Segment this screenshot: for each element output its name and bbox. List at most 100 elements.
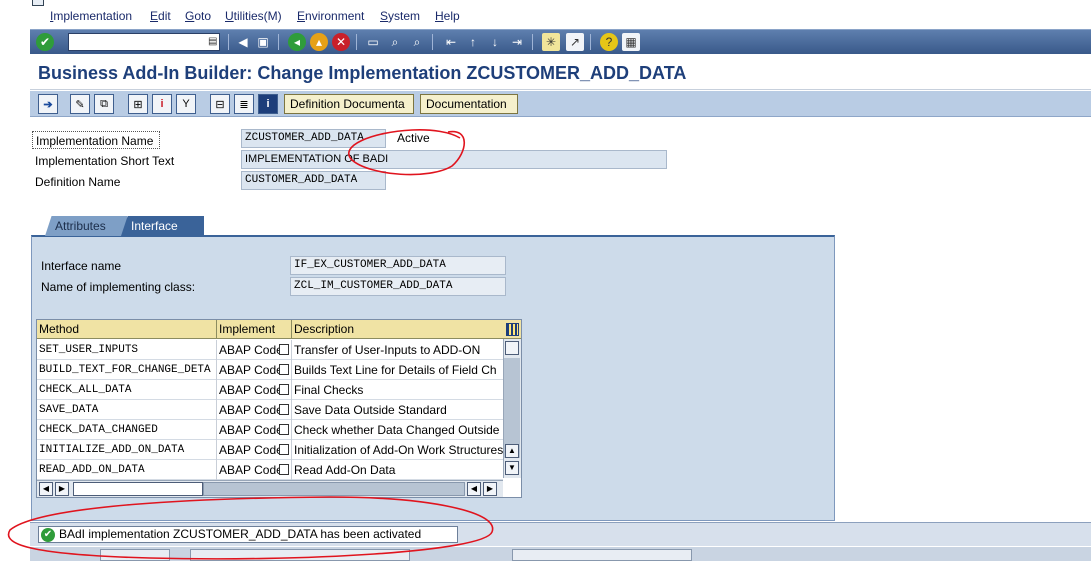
table-row[interactable]: BUILD_TEXT_FOR_CHANGE_DETA ABAP Code Bui… bbox=[37, 360, 503, 380]
shortcut-icon[interactable]: ↗ bbox=[566, 33, 584, 51]
cancel-icon[interactable]: ✕ bbox=[332, 33, 350, 51]
menu-utilities[interactable]: Utilities(M) bbox=[225, 9, 282, 23]
last-page-icon[interactable]: ⇥ bbox=[508, 33, 526, 51]
menu-goto[interactable]: Goto bbox=[185, 9, 211, 23]
methods-table: Method Implement Description SET_USER_IN… bbox=[36, 319, 522, 498]
implementation-name-field[interactable]: ZCUSTOMER_ADD_DATA bbox=[241, 129, 386, 148]
scroll-left-end-icon[interactable]: ◀ bbox=[467, 482, 481, 496]
vertical-scroll-thumb[interactable] bbox=[504, 358, 520, 458]
page-title: Business Add-In Builder: Change Implemen… bbox=[38, 63, 687, 83]
implement-cell: ABAP Code bbox=[217, 460, 292, 480]
success-check-icon: ✔ bbox=[41, 528, 55, 542]
window-menu-icon[interactable] bbox=[32, 0, 44, 6]
print-list-icon[interactable]: ≣ bbox=[234, 94, 254, 114]
scroll-right-icon[interactable]: ▶ bbox=[55, 482, 69, 496]
implement-cell: ABAP Code bbox=[217, 400, 292, 420]
exit-icon[interactable]: ▴ bbox=[310, 33, 328, 51]
command-history-icon[interactable]: ▤ bbox=[208, 36, 217, 47]
description-cell: Read Add-On Data bbox=[294, 463, 396, 477]
tab-attributes[interactable]: Attributes bbox=[45, 216, 127, 236]
value-help-icon[interactable] bbox=[279, 404, 289, 415]
menu-edit[interactable]: Edit bbox=[150, 9, 171, 23]
object-list-icon[interactable]: ⊟ bbox=[210, 94, 230, 114]
menu-system[interactable]: System bbox=[380, 9, 420, 23]
save-icon[interactable]: ▣ bbox=[254, 33, 272, 51]
description-cell: Transfer of User-Inputs to ADD-ON bbox=[294, 343, 481, 357]
application-toolbar: ➔ ✎ ⧉ ⊞ i Y ⊟ ≣ i Definition Documenta D… bbox=[30, 91, 1091, 117]
implementing-class-field[interactable]: ZCL_IM_CUSTOMER_ADD_DATA bbox=[290, 277, 506, 296]
method-cell: INITIALIZE_ADD_ON_DATA bbox=[37, 440, 217, 460]
method-cell: CHECK_DATA_CHANGED bbox=[37, 420, 217, 440]
implement-cell: ABAP Code bbox=[217, 380, 292, 400]
implementing-class-label: Name of implementing class: bbox=[41, 280, 196, 294]
command-field[interactable] bbox=[68, 33, 220, 51]
system-info-bar bbox=[30, 547, 1091, 561]
value-help-icon[interactable] bbox=[279, 444, 289, 455]
menu-environment[interactable]: Environment bbox=[297, 9, 364, 23]
status-message[interactable]: ✔ BAdI implementation ZCUSTOMER_ADD_DATA… bbox=[38, 526, 458, 543]
standard-toolbar: ✔ ▤ ◀ ▣ ◂ ▴ ✕ ▭ ⌕ ⌕ ⇤ ↑ ↓ ⇥ ✳ ↗ ? ▦ bbox=[30, 29, 1091, 54]
enter-icon[interactable]: ✔ bbox=[36, 33, 54, 51]
horizontal-scroll-track[interactable] bbox=[203, 482, 465, 496]
description-cell: Final Checks bbox=[294, 383, 364, 397]
value-help-icon[interactable] bbox=[279, 424, 289, 435]
table-row[interactable]: READ_ADD_ON_DATA ABAP Code Read Add-On D… bbox=[37, 460, 503, 480]
scroll-right-end-icon[interactable]: ▶ bbox=[483, 482, 497, 496]
description-cell: Initialization of Add-On Work Structures bbox=[294, 443, 503, 457]
short-text-field[interactable]: IMPLEMENTATION OF BADI bbox=[241, 150, 667, 169]
first-page-icon[interactable]: ⇤ bbox=[442, 33, 460, 51]
implement-cell: ABAP Code bbox=[217, 340, 292, 360]
method-cell: SAVE_DATA bbox=[37, 400, 217, 420]
display-change-icon[interactable]: ✎ bbox=[70, 94, 90, 114]
previous-page-icon[interactable]: ↑ bbox=[464, 33, 482, 51]
info-icon[interactable]: i bbox=[258, 94, 278, 114]
horizontal-scroll-thumb[interactable] bbox=[73, 482, 203, 496]
find-icon[interactable]: ⌕ bbox=[386, 33, 404, 51]
documentation-button[interactable]: Documentation bbox=[420, 94, 518, 114]
value-help-icon[interactable] bbox=[279, 344, 289, 355]
back-icon[interactable]: ◀ bbox=[234, 33, 252, 51]
interface-name-label: Interface name bbox=[41, 259, 122, 273]
table-row[interactable]: CHECK_DATA_CHANGED ABAP Code Check wheth… bbox=[37, 420, 503, 440]
column-header-description[interactable]: Description bbox=[292, 320, 503, 339]
table-row[interactable]: CHECK_ALL_DATA ABAP Code Final Checks bbox=[37, 380, 503, 400]
previous-screen-icon[interactable]: ◂ bbox=[288, 33, 306, 51]
activate-icon[interactable]: i bbox=[152, 94, 172, 114]
menu-implementation[interactable]: Implementation bbox=[50, 9, 132, 23]
status-message-text: BAdI implementation ZCUSTOMER_ADD_DATA h… bbox=[59, 527, 422, 541]
find-next-icon[interactable]: ⌕ bbox=[408, 33, 426, 51]
new-session-icon[interactable]: ✳ bbox=[542, 33, 560, 51]
column-layout-icon[interactable] bbox=[503, 320, 521, 339]
table-row[interactable]: SAVE_DATA ABAP Code Save Data Outside St… bbox=[37, 400, 503, 420]
scroll-down-icon[interactable]: ▼ bbox=[505, 461, 519, 475]
scroll-left-icon[interactable]: ◀ bbox=[39, 482, 53, 496]
where-used-icon[interactable]: Y bbox=[176, 94, 196, 114]
definition-name-field[interactable]: CUSTOMER_ADD_DATA bbox=[241, 171, 386, 190]
value-help-icon[interactable] bbox=[279, 364, 289, 375]
tab-interface[interactable]: Interface bbox=[121, 216, 204, 236]
table-row[interactable]: INITIALIZE_ADD_ON_DATA ABAP Code Initial… bbox=[37, 440, 503, 460]
value-help-icon[interactable] bbox=[279, 384, 289, 395]
short-text-label: Implementation Short Text bbox=[35, 154, 175, 168]
column-header-method[interactable]: Method bbox=[37, 320, 217, 339]
method-cell: BUILD_TEXT_FOR_CHANGE_DETA bbox=[37, 360, 217, 380]
method-cell: READ_ADD_ON_DATA bbox=[37, 460, 217, 480]
value-help-icon[interactable] bbox=[279, 464, 289, 475]
help-icon[interactable]: ? bbox=[600, 33, 618, 51]
layout-icon[interactable]: ▦ bbox=[622, 33, 640, 51]
implement-cell: ABAP Code bbox=[217, 420, 292, 440]
arrow-right-icon[interactable]: ➔ bbox=[38, 94, 58, 114]
menu-help[interactable]: Help bbox=[435, 9, 460, 23]
description-cell: Save Data Outside Standard bbox=[294, 403, 447, 417]
column-header-implement[interactable]: Implement bbox=[217, 320, 292, 339]
status-text: Active bbox=[397, 131, 430, 145]
print-icon[interactable]: ▭ bbox=[364, 33, 382, 51]
scroll-up-top-icon[interactable] bbox=[505, 341, 519, 355]
scroll-up-icon[interactable]: ▲ bbox=[505, 444, 519, 458]
table-row[interactable]: SET_USER_INPUTS ABAP Code Transfer of Us… bbox=[37, 340, 503, 360]
next-page-icon[interactable]: ↓ bbox=[486, 33, 504, 51]
other-object-icon[interactable]: ⧉ bbox=[94, 94, 114, 114]
definition-documentation-button[interactable]: Definition Documenta bbox=[284, 94, 414, 114]
interface-name-field[interactable]: IF_EX_CUSTOMER_ADD_DATA bbox=[290, 256, 506, 275]
hierarchy-icon[interactable]: ⊞ bbox=[128, 94, 148, 114]
